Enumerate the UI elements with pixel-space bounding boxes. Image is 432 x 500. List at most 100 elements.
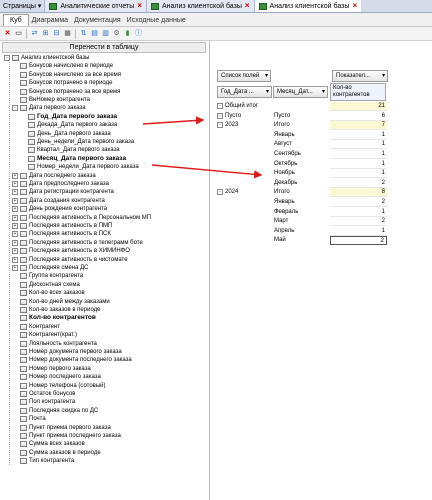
tree-item[interactable]: + Последняя активность в ПМП	[12, 222, 112, 230]
pivot-row-month-label[interactable]: Январь	[274, 198, 295, 207]
tree-item[interactable]: Бонусов потрачено за все время	[12, 88, 120, 96]
pivot-row-month-label[interactable]: Январь	[274, 131, 295, 140]
tree-item[interactable]: Номер документа последнего заказа	[12, 356, 132, 364]
tree-item[interactable]: Бонусов начислено за все время	[12, 71, 121, 79]
pivot-value-cell[interactable]: 1	[330, 131, 387, 140]
pivot-row-month-label[interactable]: Апрель	[274, 227, 294, 236]
pivot-value-cell[interactable]: 1	[330, 208, 387, 217]
pivot-value-cell[interactable]: 8	[330, 188, 387, 198]
tree-item[interactable]: ВнНомер контрагента	[12, 96, 90, 104]
pivot-row-month-label[interactable]: Декабрь	[274, 179, 297, 188]
tree-item[interactable]: Кол-во заказов в периоде	[12, 306, 100, 314]
tree-item[interactable]: Пункт приема последнего заказа	[12, 432, 121, 440]
pivot-value-cell[interactable]: 2	[330, 179, 387, 188]
pivot-value-cell[interactable]: 21	[330, 102, 387, 111]
pivot-value-cell[interactable]: 7	[330, 121, 387, 131]
pivot-value-cell[interactable]: 1	[330, 160, 387, 169]
pivot-row-month-label[interactable]: Пусто	[274, 112, 290, 121]
tree-item[interactable]: + Последняя смена ДС	[12, 264, 89, 272]
expand-icon[interactable]: +	[12, 223, 18, 229]
chart-icon[interactable]: ▮	[123, 29, 132, 38]
pivot-row-month-label[interactable]: Март	[274, 217, 288, 226]
pivot-row-month-label[interactable]: Октябрь	[274, 160, 297, 169]
tree-item[interactable]: Лояльность контрагента	[12, 340, 97, 348]
row-field-month[interactable]: Месяц_Дат... ▾	[273, 86, 328, 98]
expand-icon[interactable]: +	[12, 181, 18, 187]
tree-item[interactable]: Сумма всех заказов	[12, 440, 85, 448]
grid-icon[interactable]: ▦	[63, 29, 72, 38]
collapse-icon[interactable]: -	[217, 112, 223, 119]
row-field-year[interactable]: Год_Дата ... ▾	[217, 86, 272, 98]
expand-icon[interactable]: +	[12, 248, 18, 255]
pivot-value-cell[interactable]: 2	[330, 198, 387, 207]
tree-item[interactable]: + Последняя активность в чистомате	[12, 256, 128, 264]
tree-item[interactable]: Контрагент	[12, 323, 60, 331]
pivot-value-cell[interactable]: 1	[330, 227, 387, 236]
tree-item[interactable]: + Дата последнего заказа	[12, 172, 96, 180]
expand-icon[interactable]: +	[12, 214, 18, 221]
tab-source-data[interactable]: Исходные данные	[124, 15, 189, 26]
expand-icon[interactable]: +	[12, 239, 18, 246]
pivot-row-month-label[interactable]: Сентябрь	[274, 150, 301, 159]
expand-icon[interactable]: +	[12, 197, 18, 204]
pivot-value-cell[interactable]: 2	[330, 236, 387, 246]
tree-item[interactable]: - Дата первого заказа	[12, 104, 86, 112]
doc-tab-client-base-1[interactable]: Анализ клиентской базы ×	[145, 0, 254, 12]
close-icon[interactable]: ×	[245, 2, 250, 10]
tree-item[interactable]: Почта	[12, 415, 46, 423]
expand-icon[interactable]: +	[12, 206, 18, 213]
pivot-value-cell[interactable]: 1	[330, 169, 387, 179]
pivot-row-year-cell[interactable]: - Пусто	[217, 112, 241, 121]
settings-icon[interactable]: ⚙	[112, 29, 121, 38]
tree-item[interactable]: Дисконтная схема	[12, 281, 80, 289]
tree-item[interactable]: День_недели_Дата первого заказа	[20, 138, 134, 146]
pivot-row-month-label[interactable]: Август	[274, 140, 292, 149]
swap-icon[interactable]: ⇄	[30, 29, 39, 38]
tab-cube[interactable]: Куб	[3, 14, 29, 26]
table-icon[interactable]: ▥	[101, 29, 110, 38]
pivot-row-month-label[interactable]: Май	[274, 236, 286, 245]
close-icon[interactable]: ×	[352, 2, 357, 10]
tree-item[interactable]: Бонусов потрачено в периоде	[12, 79, 112, 87]
tree-item[interactable]: Остаток бонусов	[12, 390, 75, 398]
tab-documentation[interactable]: Документация	[71, 15, 124, 26]
pivot-row-month-label[interactable]: Ноябрь	[274, 169, 295, 178]
collapse-icon[interactable]: -	[217, 189, 223, 196]
delete-icon[interactable]: ✕	[3, 29, 12, 38]
tree-item[interactable]: + День рождения контрагента	[12, 205, 107, 213]
tree-item[interactable]: Номер последнего заказа	[12, 373, 101, 381]
expand-icon[interactable]: +	[12, 265, 18, 271]
tree-item[interactable]: Бонусов начислено в периоде	[12, 62, 113, 70]
indicators-button[interactable]: Показател... ▾	[332, 70, 388, 82]
tree-item[interactable]: Тип контрагента	[12, 457, 74, 465]
collapse-icon[interactable]: ⊟	[52, 29, 61, 38]
tree-item[interactable]: - Анализ клиентской базы	[4, 54, 89, 62]
tree-item[interactable]: + Последняя активность в Персональном МП	[12, 214, 151, 222]
tree-item[interactable]: Декада_Дата первого заказа	[20, 121, 117, 129]
fields-list-button[interactable]: Список полей ▾	[217, 70, 271, 82]
pivot-value-cell[interactable]: 1	[330, 140, 387, 150]
tree-item[interactable]: Пол контрагента	[12, 398, 75, 406]
tree-item[interactable]: + Последняя активность в ПСК	[12, 230, 111, 238]
tree-item[interactable]: Номер документа первого заказа	[12, 348, 122, 356]
expand-icon[interactable]: +	[12, 189, 18, 196]
pages-menu[interactable]: Страницы ▾	[0, 0, 44, 12]
pivot-row-month-label[interactable]: Итого	[274, 188, 290, 197]
tree-item[interactable]: Контрагент(крат.)	[12, 331, 77, 339]
info-icon[interactable]: ⓘ	[134, 29, 143, 38]
pivot-value-cell[interactable]: 1	[330, 150, 387, 159]
expand-icon[interactable]: +	[12, 231, 18, 238]
tree-item[interactable]: Номер первого заказа	[12, 365, 91, 373]
tree-item[interactable]: Месяц_Дата первого заказа	[20, 155, 126, 163]
tree-item[interactable]: Последняя скидка по ДС	[12, 407, 98, 415]
pivot-row-year-cell[interactable]: - Общий итог	[217, 102, 258, 111]
collapse-icon[interactable]: -	[217, 103, 223, 109]
tab-diagram[interactable]: Диаграмма	[29, 15, 71, 26]
tree-item[interactable]: Кол-во всех заказов	[12, 289, 85, 297]
sort-icon[interactable]: ⇅	[79, 29, 88, 38]
tree-item[interactable]: Номер телефона (сотовый)	[12, 382, 106, 390]
tree-item[interactable]: Группа контрагента	[12, 272, 83, 280]
pivot-row-month-label[interactable]: Февраль	[274, 208, 298, 217]
tree-item[interactable]: Пункт приема первого заказа	[12, 424, 111, 432]
tree-item[interactable]: + Дата регистрации контрагента	[12, 188, 114, 196]
